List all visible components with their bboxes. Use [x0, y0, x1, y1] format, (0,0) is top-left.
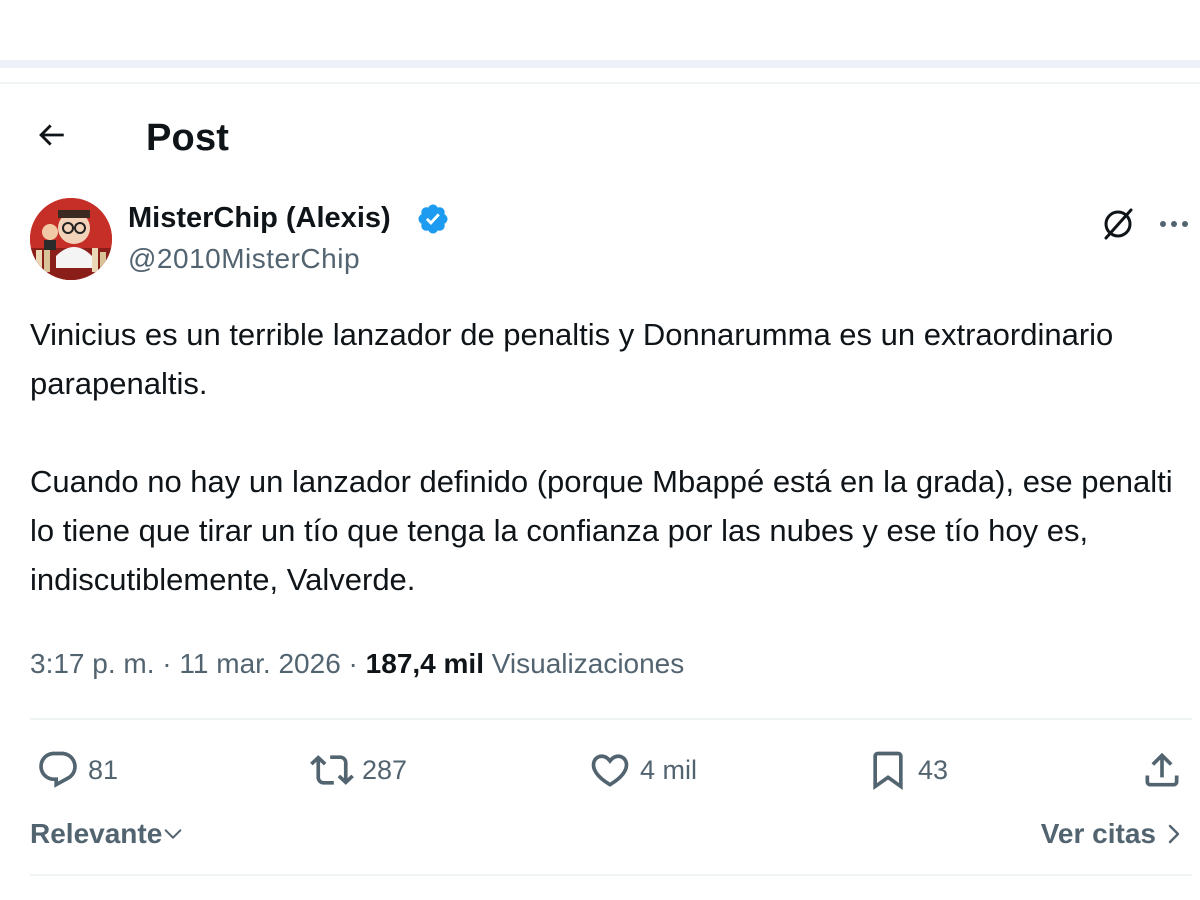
bookmark-count: 43 — [918, 754, 949, 785]
sort-replies-button[interactable]: Relevante — [30, 816, 184, 852]
view-quotes-button[interactable]: Ver citas — [1041, 816, 1186, 852]
meta-separator: · — [340, 648, 366, 679]
tweet-time[interactable]: 3:17 p. m. — [30, 648, 155, 679]
chevron-right-icon — [1168, 824, 1180, 844]
grok-button[interactable] — [1098, 204, 1138, 244]
bookmark-icon — [873, 751, 903, 791]
like-button[interactable]: 4 mil — [588, 740, 697, 800]
reply-icon — [39, 751, 77, 788]
arrow-left-icon — [39, 124, 64, 146]
top-divider — [0, 60, 1200, 68]
views-count: 187,4 mil — [365, 648, 484, 679]
author-block: MisterChip (Alexis) @2010MisterChip — [0, 196, 1200, 286]
avatar[interactable] — [30, 198, 112, 280]
verified-badge-icon — [418, 204, 448, 234]
author-display-name[interactable]: MisterChip (Alexis) — [128, 200, 391, 236]
heart-icon — [591, 754, 629, 787]
reply-button[interactable]: 81 — [36, 740, 118, 800]
views-label: Visualizaciones — [483, 648, 685, 679]
divider — [30, 874, 1192, 876]
back-button[interactable] — [28, 112, 74, 158]
replies-toolbar: Relevante Ver citas — [0, 810, 1200, 858]
top-divider-line — [0, 82, 1200, 84]
reply-count: 81 — [88, 754, 119, 785]
quotes-label: Ver citas — [1040, 818, 1156, 849]
top-band — [0, 0, 1200, 60]
retweet-count: 287 — [362, 754, 408, 785]
meta-separator: · — [154, 648, 180, 679]
page-title: Post — [146, 117, 230, 159]
retweet-button[interactable]: 287 — [310, 740, 407, 800]
post-page: Post MisterChip (Alexis) @2010MisterChip… — [0, 0, 1200, 900]
divider — [30, 718, 1192, 720]
post-header: Post — [0, 100, 1200, 176]
share-button[interactable] — [1140, 740, 1184, 800]
tweet-metadata: 3:17 p. m. · 11 mar. 2026 · 187,4 mil Vi… — [30, 642, 684, 686]
more-options-button[interactable] — [1154, 204, 1194, 244]
sort-label: Relevante — [30, 818, 163, 849]
bookmark-button[interactable]: 43 — [866, 740, 948, 800]
author-handle[interactable]: @2010MisterChip — [128, 242, 360, 276]
grok-icon — [1104, 208, 1133, 240]
tweet-date[interactable]: 11 mar. 2026 — [179, 648, 340, 679]
like-count: 4 mil — [640, 754, 698, 785]
tweet-text: Vinicius es un terrible lanzador de pena… — [30, 317, 1173, 597]
share-icon — [1145, 752, 1179, 787]
chevron-down-icon — [164, 829, 182, 839]
action-bar: 81 287 4 mil 43 — [0, 740, 1200, 800]
avatar-image — [30, 198, 112, 280]
more-horizontal-icon — [1160, 221, 1188, 227]
retweet-icon — [310, 755, 354, 785]
